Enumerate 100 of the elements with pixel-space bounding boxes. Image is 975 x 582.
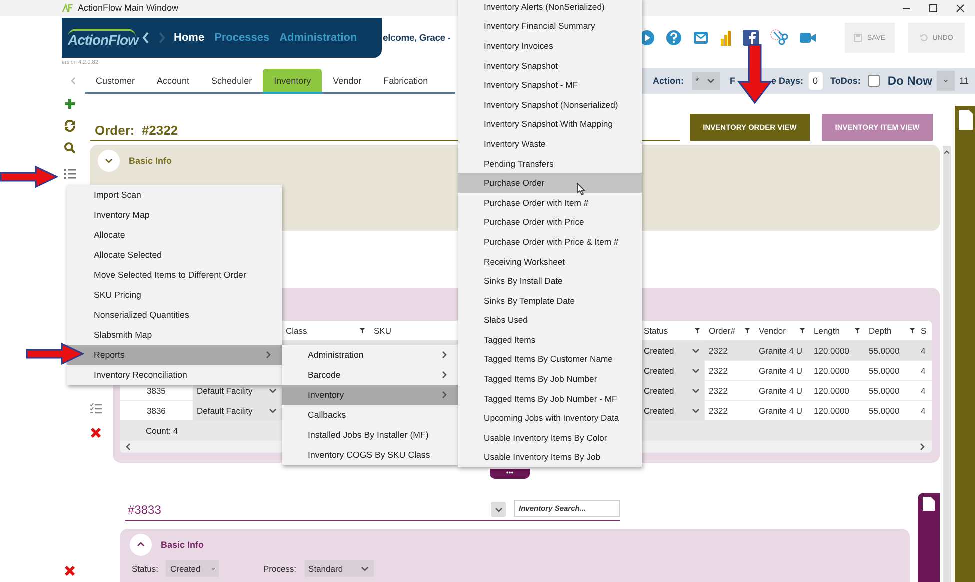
tab[interactable]: Customer [85, 69, 146, 92]
social-icon[interactable] [743, 29, 759, 47]
order-title: #3833 [127, 502, 162, 516]
menu-item[interactable]: Inventory Snapshot (Nonserialized) [458, 94, 642, 115]
filter-icon[interactable] [909, 327, 916, 334]
delete-icon[interactable] [64, 565, 76, 577]
filter-icon[interactable] [799, 327, 806, 334]
side-tab[interactable] [918, 493, 940, 582]
menu-item[interactable]: Inventory Invoices [458, 36, 642, 56]
table-cell-text: Granite 4 U [758, 406, 804, 416]
table-cell-text: 2322 [708, 346, 729, 356]
menu-item[interactable]: Usable Inventory Items By Job [458, 448, 642, 468]
scrollbar[interactable] [943, 146, 951, 582]
menu-item[interactable]: Pending Transfers [458, 154, 642, 174]
nav-link[interactable]: Home [174, 32, 205, 44]
menu-item[interactable]: Inventory COGS By SKU Class [282, 445, 458, 465]
table-cell-text: 55.0000 [868, 346, 901, 356]
video-camera-icon[interactable] [799, 31, 817, 45]
menu-item[interactable]: Inventory Financial Summary [458, 16, 642, 36]
column-header[interactable]: S [920, 326, 932, 336]
nav-link[interactable]: Processes [214, 32, 270, 44]
menu-item[interactable]: Allocate Selected [67, 245, 282, 265]
status-select[interactable]: Created [640, 401, 705, 421]
menu-item[interactable]: Inventory [282, 385, 458, 405]
scissors-icon[interactable] [770, 29, 788, 47]
menu-item[interactable]: Slabsmith Map [67, 325, 282, 345]
menu-item[interactable]: Slabs Used [458, 310, 642, 330]
checklist-icon[interactable] [90, 403, 102, 415]
menu-item[interactable]: Import Scan [67, 185, 282, 205]
search-icon[interactable] [64, 142, 76, 154]
refresh-icon[interactable] [64, 120, 76, 132]
status-select[interactable]: Created [640, 361, 705, 381]
menu-item[interactable]: Inventory Map [67, 205, 282, 225]
maximize-icon[interactable] [929, 4, 938, 12]
pointer-arrow [0, 166, 58, 188]
menu-item[interactable]: Tagged Items [458, 330, 642, 350]
menu-item[interactable]: Allocate [67, 225, 282, 245]
menu-item[interactable]: Purchase Order with Price [458, 212, 642, 232]
select-field[interactable]: Created [166, 560, 220, 577]
count-text: 11 [960, 76, 969, 86]
status-select[interactable]: Created [640, 381, 705, 401]
tab[interactable]: Vendor [322, 69, 373, 92]
menu-item[interactable]: Tagged Items By Job Number [458, 369, 642, 389]
facility-select[interactable]: Default Facility [193, 401, 282, 421]
menu-item[interactable]: Reports [67, 345, 282, 365]
column-header[interactable]: Length [810, 326, 865, 336]
days-field[interactable]: 0 [808, 72, 823, 90]
table-cell-text: Granite 4 U [758, 366, 804, 376]
menu-item[interactable]: Tagged Items By Job Number - MF [458, 388, 642, 408]
dropdown-button[interactable] [491, 502, 506, 517]
pointer-arrow [737, 44, 773, 104]
delete-icon[interactable] [90, 427, 102, 439]
menu-item[interactable]: Inventory Alerts (NonSerialized) [458, 0, 642, 17]
mail-icon[interactable] [693, 30, 709, 46]
table-cell-text: Granite 4 U [758, 386, 804, 396]
menu-item[interactable]: Purchase Order with Price & Item # [458, 232, 642, 252]
chevron-icon [104, 156, 114, 166]
filter-icon[interactable] [854, 327, 861, 334]
action-label: Action: [653, 76, 684, 86]
menu-item[interactable]: Receiving Worksheet [458, 252, 642, 272]
nav-link[interactable]: Administration [280, 32, 358, 44]
bar-chart-icon[interactable] [720, 30, 732, 46]
add-icon[interactable] [64, 98, 76, 110]
column-header[interactable]: Depth [865, 326, 920, 336]
menu-item[interactable]: Sinks By Template Date [458, 290, 642, 310]
tab[interactable]: Fabrication [372, 69, 440, 92]
tab[interactable]: Scheduler [200, 69, 264, 92]
pointer-arrow [26, 343, 84, 365]
menu-item[interactable]: Inventory Snapshot - MF [458, 75, 642, 95]
menu-item[interactable]: Purchase Order [458, 173, 642, 193]
menu-item[interactable]: Purchase Order with Item # [458, 192, 642, 213]
action-select[interactable]: * [692, 72, 720, 90]
column-header[interactable]: Vendor [755, 326, 810, 336]
select-field[interactable]: Standard [304, 560, 374, 577]
help-icon[interactable] [666, 30, 682, 46]
column-header[interactable]: Class [282, 326, 370, 336]
column-header[interactable]: SKU [370, 326, 460, 336]
menu-item[interactable]: Sinks By Install Date [458, 271, 642, 291]
menu-item[interactable]: Inventory Snapshot [458, 56, 642, 76]
days-label: F [730, 76, 736, 86]
filter-icon[interactable] [744, 327, 751, 334]
tab[interactable]: Inventory [263, 69, 322, 94]
filter-icon[interactable] [359, 327, 366, 334]
todos-checkbox[interactable] [868, 75, 880, 87]
list-icon[interactable] [64, 168, 76, 181]
menu-item[interactable]: Barcode [282, 365, 458, 385]
menu-item[interactable]: Tagged Items By Customer Name [458, 350, 642, 370]
menu-item[interactable]: Move Selected Items to Different Order [67, 265, 282, 285]
column-header[interactable]: Status [640, 326, 705, 336]
column-header[interactable]: Order# [705, 326, 755, 336]
side-tab[interactable] [955, 106, 975, 582]
filter-icon[interactable] [694, 327, 701, 334]
menu-item[interactable]: Administration [282, 345, 458, 365]
menu-item[interactable]: SKU Pricing [67, 285, 282, 305]
tab[interactable]: Account [146, 69, 201, 92]
menu-item[interactable]: Nonserialized Quantities [67, 305, 282, 325]
back-icon[interactable] [142, 32, 150, 44]
cursor-icon [577, 183, 586, 196]
close-icon[interactable] [956, 4, 965, 12]
table-cell-text: 55.0000 [868, 406, 901, 416]
